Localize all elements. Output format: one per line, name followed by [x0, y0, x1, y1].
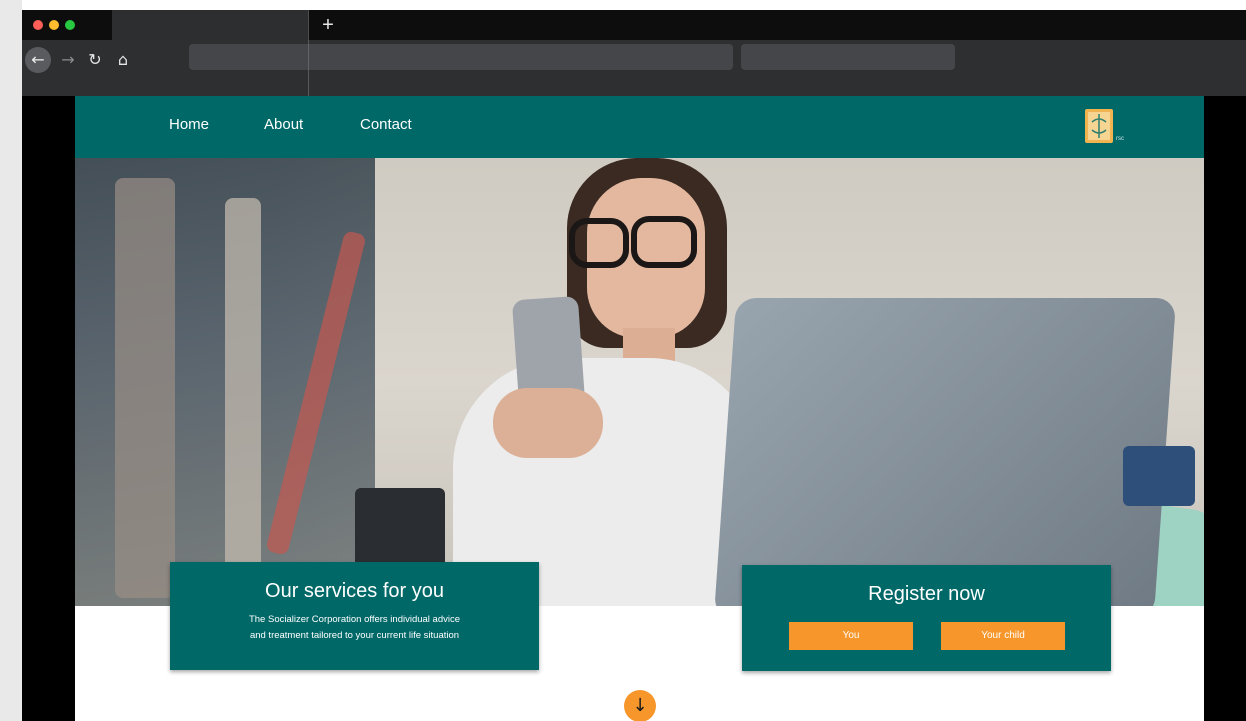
register-card: Register now You Your child — [742, 565, 1111, 671]
register-title: Register now — [868, 583, 985, 605]
services-description: The Socializer Corporation offers indivi… — [170, 612, 539, 644]
logo-symbol-icon — [1091, 114, 1107, 138]
desktop-background — [0, 0, 22, 721]
hero-bottle — [1123, 446, 1195, 506]
logo-subtext: rsc — [1116, 136, 1124, 142]
minimize-window-button[interactable] — [49, 20, 59, 30]
services-description-line: and treatment tailored to your current l… — [249, 630, 460, 641]
scroll-down-icon[interactable]: ↓ — [624, 690, 656, 721]
hero-brush — [115, 178, 175, 598]
services-card: Our services for you The Socializer Corp… — [170, 562, 539, 670]
hero-hand — [493, 388, 603, 458]
guide-line — [308, 10, 309, 96]
hero-laptop — [713, 298, 1177, 606]
browser-search-bar[interactable] — [741, 44, 955, 70]
address-bar[interactable] — [189, 44, 733, 70]
register-child-button[interactable]: Your child — [941, 622, 1065, 650]
browser-tab[interactable] — [112, 10, 308, 40]
browser-window: + ← → ↻ ⌂ Home About Contact rsc Our ser… — [22, 10, 1246, 721]
hero-glasses-right — [631, 216, 697, 268]
hero-glasses-left — [569, 218, 629, 268]
nav-link-contact[interactable]: Contact — [360, 116, 412, 133]
new-tab-button[interactable]: + — [318, 13, 338, 37]
home-icon[interactable]: ⌂ — [113, 47, 133, 73]
forward-arrow-icon[interactable]: → — [58, 47, 78, 73]
logo-mark — [1088, 112, 1110, 140]
services-title: Our services for you — [265, 580, 444, 602]
close-window-button[interactable] — [33, 20, 43, 30]
tab-bar: + — [22, 10, 1246, 40]
web-page: Home About Contact rsc Our services for … — [75, 96, 1204, 721]
hero-image — [75, 158, 1204, 606]
reload-icon[interactable]: ↻ — [85, 47, 105, 73]
services-description-line: The Socializer Corporation offers indivi… — [248, 614, 461, 625]
zoom-window-button[interactable] — [65, 20, 75, 30]
register-you-button[interactable]: You — [789, 622, 913, 650]
nav-link-home[interactable]: Home — [169, 116, 209, 133]
hero-brush — [225, 198, 261, 578]
site-logo[interactable] — [1085, 109, 1113, 143]
site-navbar: Home About Contact rsc — [75, 96, 1204, 158]
nav-link-about[interactable]: About — [264, 116, 303, 133]
back-arrow-icon[interactable]: ← — [25, 47, 51, 73]
browser-toolbar: ← → ↻ ⌂ — [22, 40, 1246, 96]
